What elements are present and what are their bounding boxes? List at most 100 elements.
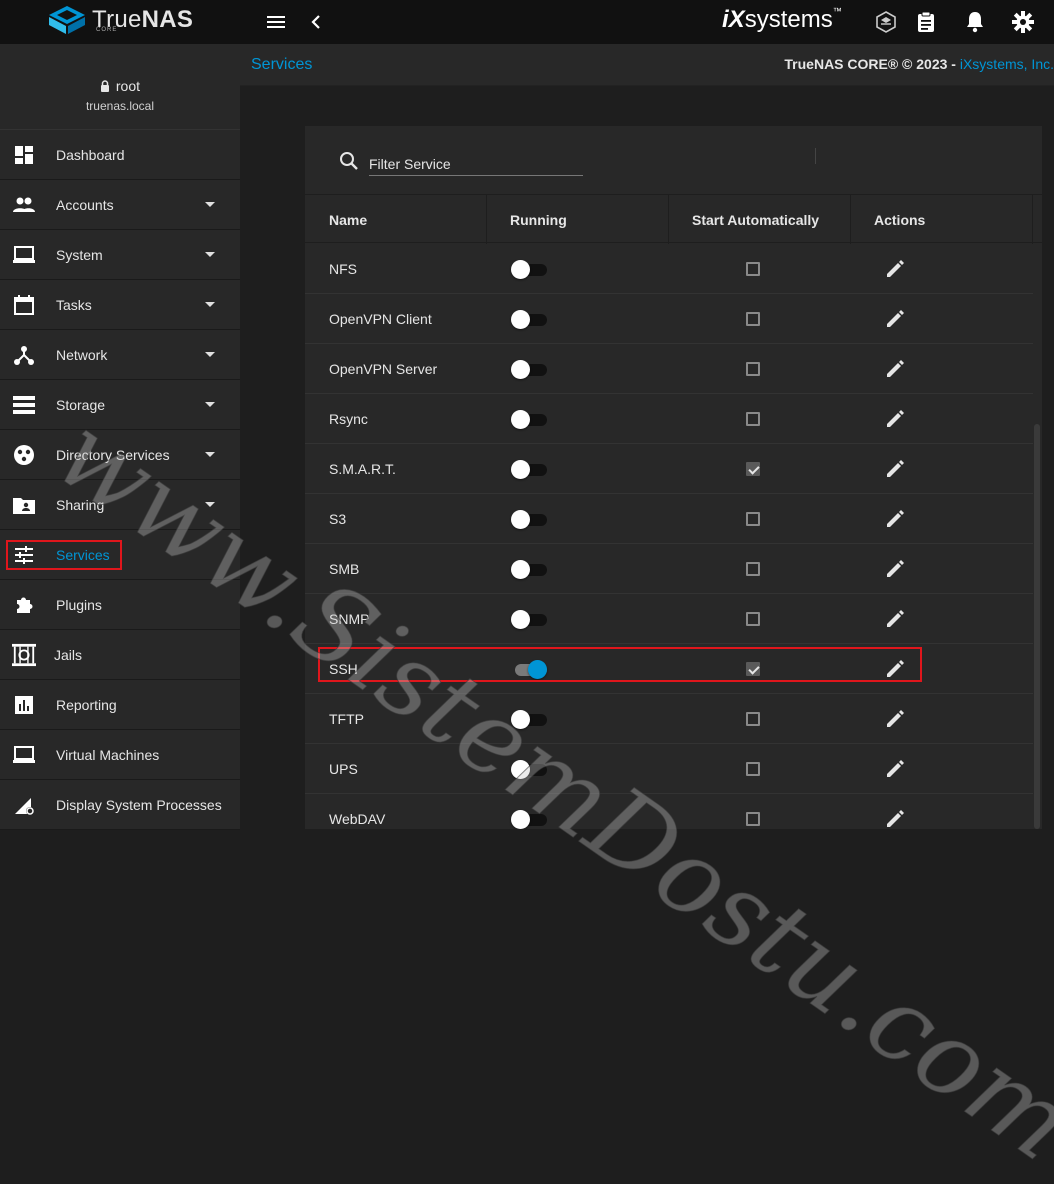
truenas-logo[interactable]: TrueNAS xyxy=(48,5,193,35)
sidebar-item-jails[interactable]: Jails xyxy=(0,630,240,680)
table-row: S.M.A.R.T. xyxy=(305,444,1033,494)
edit-icon[interactable] xyxy=(883,307,907,331)
sidebar-item-reporting[interactable]: Reporting xyxy=(0,680,240,730)
search-icon xyxy=(339,151,359,176)
storage-icon xyxy=(12,393,36,417)
services-card: Name Running Start Automatically Actions… xyxy=(305,126,1042,829)
edit-icon[interactable] xyxy=(883,507,907,531)
start-automatically-checkbox[interactable] xyxy=(746,512,760,526)
gear-icon[interactable] xyxy=(1011,10,1035,34)
edit-icon[interactable] xyxy=(883,807,907,829)
top-toolbar: TrueNAS CORE iXsystems™ xyxy=(0,0,1054,44)
chart-icon xyxy=(12,693,36,717)
laptop-icon xyxy=(12,243,36,267)
table-row: Rsync xyxy=(305,394,1033,444)
start-automatically-checkbox[interactable] xyxy=(746,562,760,576)
network-icon xyxy=(12,343,36,367)
bell-icon[interactable] xyxy=(963,10,987,34)
sidebar-item-tasks[interactable]: Tasks xyxy=(0,280,240,330)
running-toggle[interactable] xyxy=(511,759,547,779)
sidebar: root truenas.local Dashboard Accounts Sy… xyxy=(0,44,240,830)
running-toggle[interactable] xyxy=(511,409,547,429)
sidebar-item-system[interactable]: System xyxy=(0,230,240,280)
start-automatically-checkbox[interactable] xyxy=(746,612,760,626)
copyright-text: TrueNAS CORE® © 2023 - iXsystems, Inc. xyxy=(784,56,1054,72)
column-divider xyxy=(1032,195,1033,244)
ixsystems-link[interactable]: iXsystems, Inc. xyxy=(960,56,1054,72)
sidebar-item-display-system-processes[interactable]: Display System Processes xyxy=(0,780,240,830)
sidebar-item-directory-services[interactable]: Directory Services xyxy=(0,430,240,480)
chevron-left-icon[interactable] xyxy=(304,10,328,34)
chevron-down-icon xyxy=(205,352,215,357)
menu-icon[interactable] xyxy=(264,10,288,34)
ixsystems-logo[interactable]: iXsystems™ xyxy=(722,6,842,34)
sidebar-item-services[interactable]: Services xyxy=(0,530,240,580)
edit-icon[interactable] xyxy=(883,557,907,581)
dashboard-icon xyxy=(12,143,36,167)
sidebar-item-accounts[interactable]: Accounts xyxy=(0,180,240,230)
edit-icon[interactable] xyxy=(883,457,907,481)
edit-icon[interactable] xyxy=(883,257,907,281)
start-automatically-checkbox[interactable] xyxy=(746,362,760,376)
clipboard-icon[interactable] xyxy=(914,10,938,34)
start-automatically-checkbox[interactable] xyxy=(746,312,760,326)
running-toggle[interactable] xyxy=(511,459,547,479)
truecommand-icon[interactable] xyxy=(874,10,898,34)
start-automatically-checkbox[interactable] xyxy=(746,412,760,426)
truenas-logo-icon xyxy=(49,6,85,34)
column-header-start-automatically[interactable]: Start Automatically xyxy=(692,195,819,244)
service-name: OpenVPN Server xyxy=(329,361,438,377)
highlight-box xyxy=(318,647,922,682)
sidebar-item-dashboard[interactable]: Dashboard xyxy=(0,130,240,180)
edit-icon[interactable] xyxy=(883,607,907,631)
service-name: Rsync xyxy=(329,411,368,427)
running-toggle[interactable] xyxy=(511,559,547,579)
start-automatically-checkbox[interactable] xyxy=(746,462,760,476)
edit-icon[interactable] xyxy=(883,757,907,781)
column-header-running[interactable]: Running xyxy=(510,195,567,244)
service-name: OpenVPN Client xyxy=(329,311,432,327)
edit-icon[interactable] xyxy=(883,407,907,431)
hostname: truenas.local xyxy=(85,99,155,113)
column-divider xyxy=(486,195,487,244)
sidebar-item-virtual-machines[interactable]: Virtual Machines xyxy=(0,730,240,780)
running-toggle[interactable] xyxy=(511,359,547,379)
service-name: NFS xyxy=(329,261,357,277)
running-toggle[interactable] xyxy=(511,309,547,329)
running-toggle[interactable] xyxy=(511,609,547,629)
chevron-down-icon xyxy=(205,302,215,307)
lock-icon xyxy=(100,80,109,92)
sidebar-item-network[interactable]: Network xyxy=(0,330,240,380)
table-row: OpenVPN Server xyxy=(305,344,1033,394)
running-toggle[interactable] xyxy=(511,709,547,729)
chevron-down-icon xyxy=(205,202,215,207)
start-automatically-checkbox[interactable] xyxy=(746,262,760,276)
table-row: SMB xyxy=(305,544,1033,594)
start-automatically-checkbox[interactable] xyxy=(746,712,760,726)
edit-icon[interactable] xyxy=(883,357,907,381)
user-info: root truenas.local xyxy=(0,44,240,130)
sidebar-item-storage[interactable]: Storage xyxy=(0,380,240,430)
column-header-actions: Actions xyxy=(874,211,926,228)
running-toggle[interactable] xyxy=(511,259,547,279)
column-divider xyxy=(850,195,851,244)
people-icon xyxy=(12,193,36,217)
start-automatically-checkbox[interactable] xyxy=(746,812,760,826)
running-toggle[interactable] xyxy=(511,509,547,529)
breadcrumb[interactable]: Services xyxy=(251,56,312,74)
running-toggle[interactable] xyxy=(511,809,547,829)
service-name: WebDAV xyxy=(329,811,386,827)
edit-icon[interactable] xyxy=(883,707,907,731)
sidebar-item-sharing[interactable]: Sharing xyxy=(0,480,240,530)
chevron-down-icon xyxy=(205,252,215,257)
table-row: S3 xyxy=(305,494,1033,544)
sidebar-item-plugins[interactable]: Plugins xyxy=(0,580,240,630)
column-header-name[interactable]: Name xyxy=(329,195,367,244)
page-header: Services TrueNAS CORE® © 2023 - iXsystem… xyxy=(240,44,1054,86)
username: root xyxy=(115,78,140,94)
filter-service-input[interactable] xyxy=(369,152,583,176)
scrollbar[interactable] xyxy=(1034,424,1040,829)
start-automatically-checkbox[interactable] xyxy=(746,762,760,776)
directory-icon xyxy=(12,443,36,467)
table-row: WebDAV xyxy=(305,794,1033,829)
